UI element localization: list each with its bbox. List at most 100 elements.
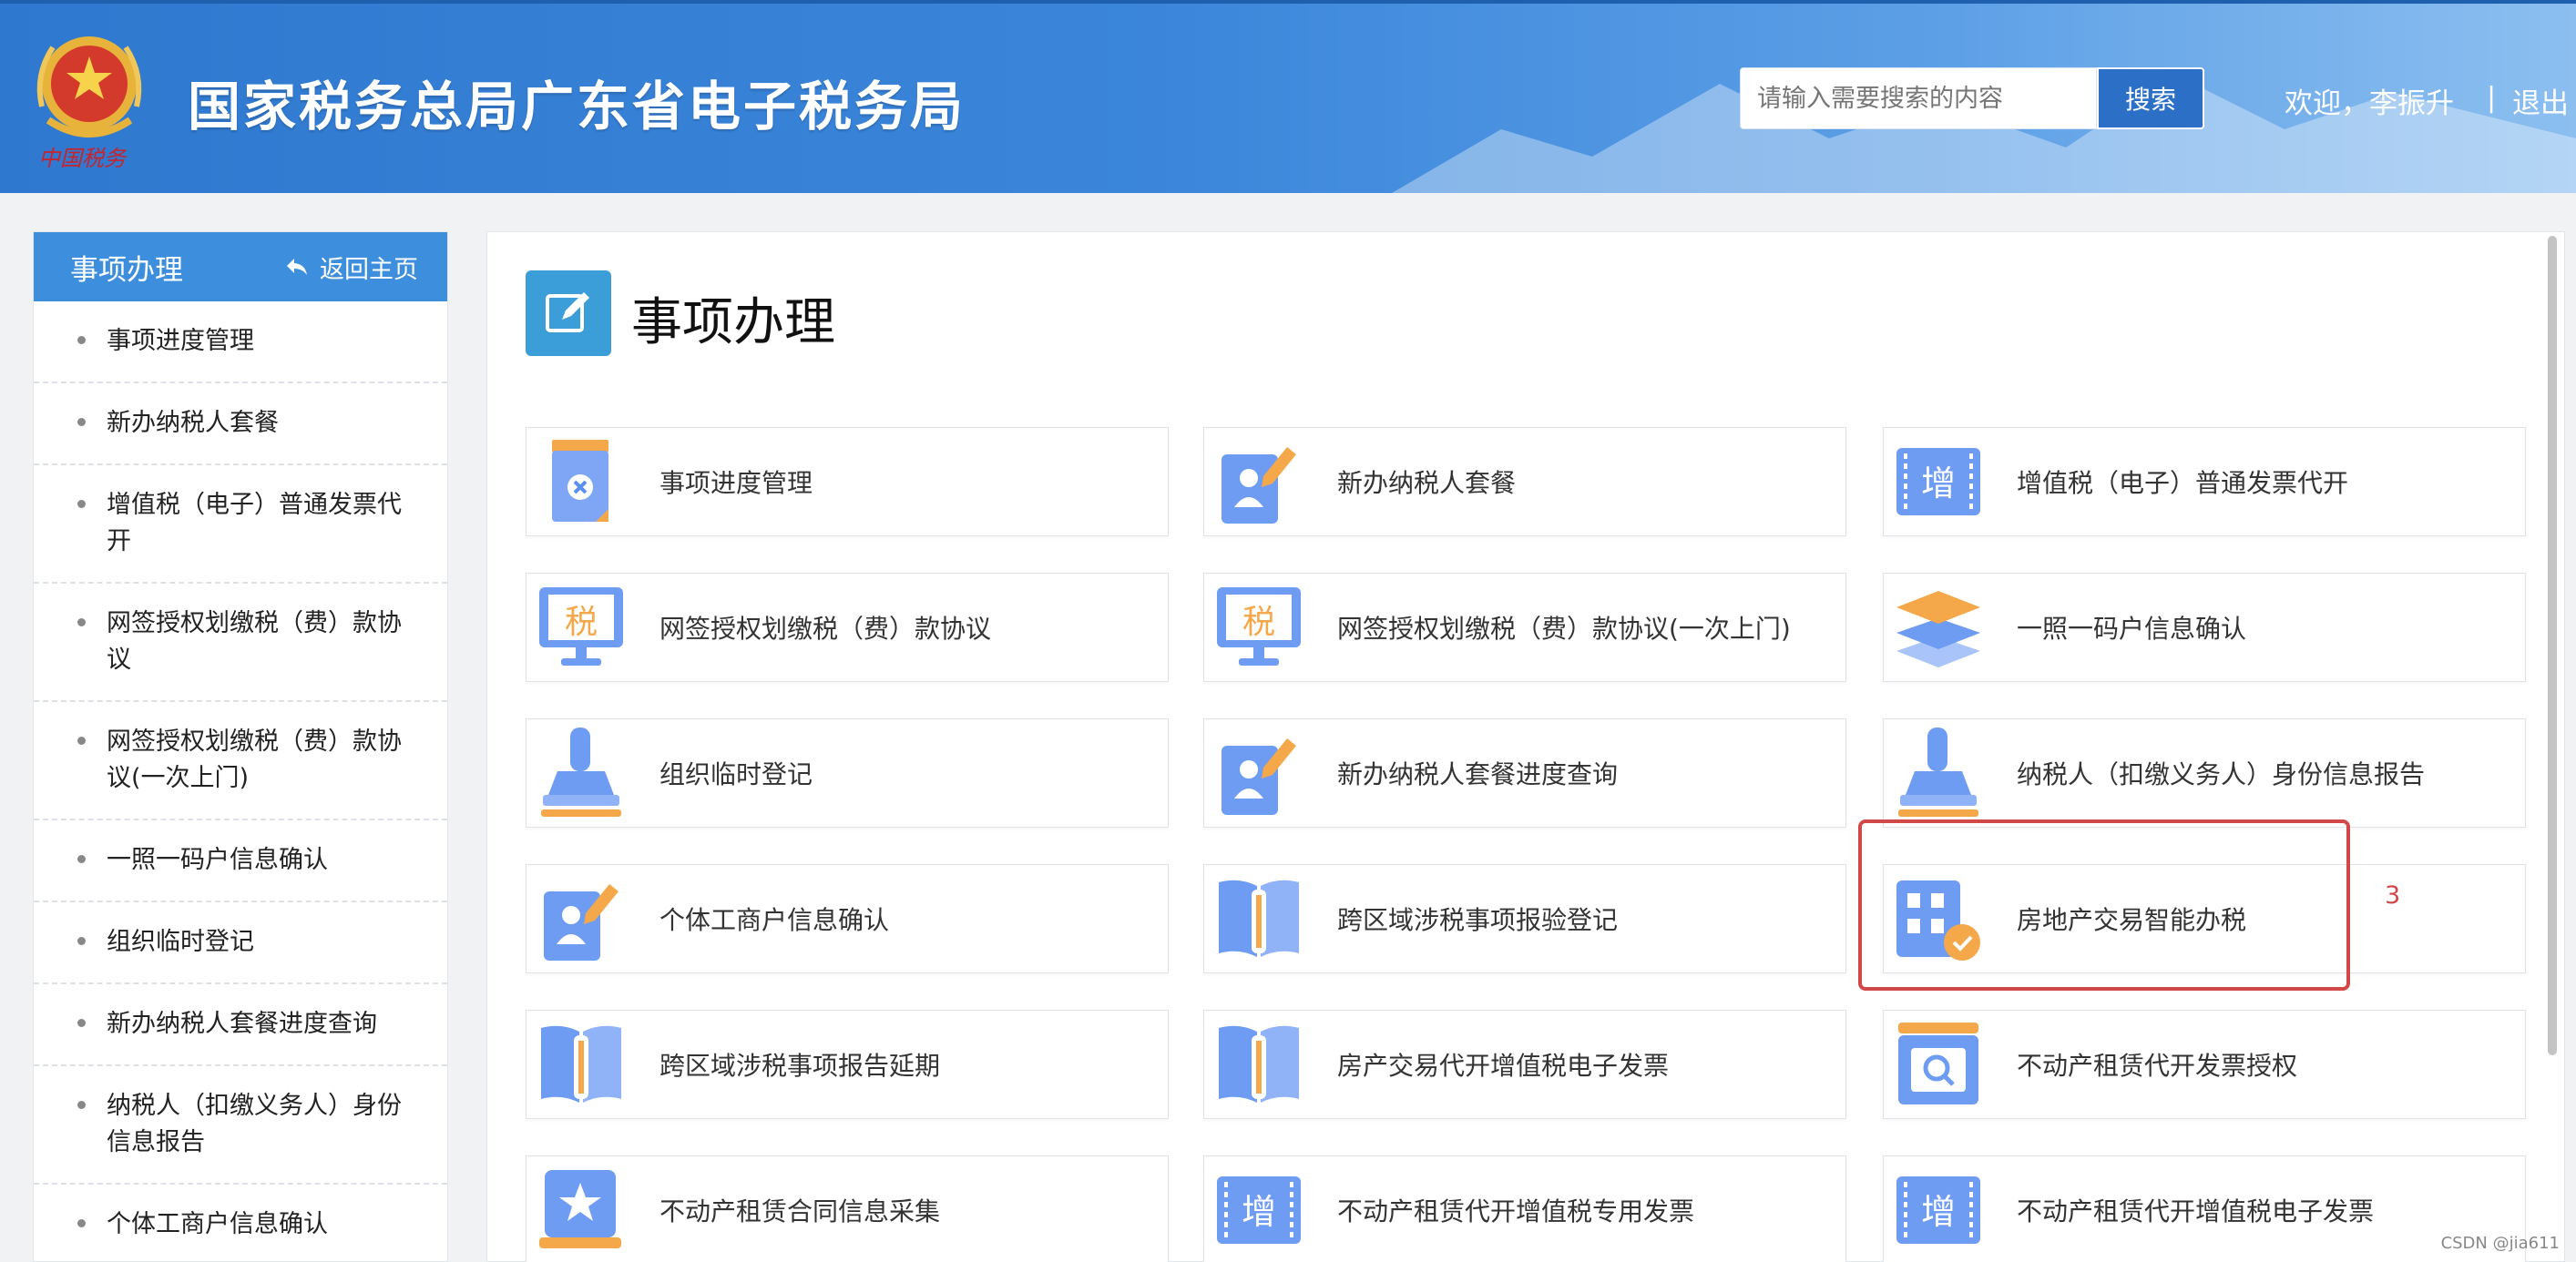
sidebar: 事项办理 返回主页 事项进度管理 新办纳税人套餐增值税（电子）普通发票代开 网签授权…	[33, 231, 448, 1262]
service-card-label: 个体工商户信息确认	[659, 905, 890, 935]
svg-text:增: 增	[1921, 1192, 1956, 1232]
vat-ticket-icon: 增	[1889, 1156, 1988, 1262]
star-book-icon	[532, 1156, 630, 1262]
service-card-label: 不动产租赁代开发票授权	[2017, 1051, 2298, 1081]
service-card[interactable]: 跨区域涉税事项报验登记	[1203, 864, 1846, 973]
search-window-icon	[1889, 1011, 1988, 1118]
service-card-label: 网签授权划缴税（费）款协议(一次上门)	[1337, 614, 1791, 644]
sidebar-item[interactable]: 新办纳税人套餐	[34, 383, 447, 465]
sidebar-item-label: 一照一码户信息确认	[107, 846, 328, 874]
book-icon	[532, 1011, 630, 1118]
service-card[interactable]: 增 增值税（电子）普通发票代开	[1883, 427, 2526, 536]
sidebar-item[interactable]: 新办纳税人套餐进度查询	[34, 984, 447, 1066]
edit-icon	[526, 270, 611, 356]
service-card[interactable]: 个体工商户信息确认	[526, 864, 1169, 973]
service-card[interactable]: 房地产交易智能办税	[1883, 864, 2526, 973]
service-card[interactable]: 事项进度管理	[526, 427, 1169, 536]
user-edit-icon	[1210, 719, 1308, 827]
sidebar-item[interactable]: 网签授权划缴税（费）款协议	[34, 584, 447, 702]
vat-ticket-icon: 增	[1889, 428, 1988, 535]
service-card-label: 网签授权划缴税（费）款协议	[659, 614, 992, 644]
service-card[interactable]: 纳税人（扣缴义务人）身份信息报告	[1883, 718, 2526, 828]
sidebar-header: 事项办理 返回主页	[34, 232, 447, 301]
service-card[interactable]: 房产交易代开增值税电子发票	[1203, 1010, 1846, 1119]
service-card-label: 不动产租赁代开增值税专用发票	[1337, 1196, 1695, 1226]
sidebar-list: 事项进度管理 新办纳税人套餐增值税（电子）普通发票代开 网签授权划缴税（费）款协议网…	[34, 301, 447, 1262]
back-home-link[interactable]: 返回主页	[285, 249, 418, 285]
service-card[interactable]: 增 不动产租赁代开增值税专用发票	[1203, 1155, 1846, 1262]
sidebar-item-label: 新办纳税人套餐	[107, 409, 279, 437]
stamp-icon	[532, 719, 630, 827]
service-card-label: 组织临时登记	[659, 759, 813, 789]
site-title: 国家税务总局广东省电子税务局	[188, 76, 966, 137]
user-edit-icon	[532, 865, 630, 972]
watermark: CSDN @jia611	[2440, 1234, 2560, 1253]
sidebar-item[interactable]: 一照一码户信息确认	[34, 820, 447, 902]
header-top-line	[0, 0, 2576, 4]
service-card-label: 事项进度管理	[659, 468, 813, 498]
book-icon	[1210, 1011, 1308, 1118]
reply-arrow-icon	[287, 259, 307, 275]
service-card[interactable]: 新办纳税人套餐	[1203, 427, 1846, 536]
service-card[interactable]: 税 网签授权划缴税（费）款协议(一次上门)	[1203, 573, 1846, 682]
tax-emblem-logo: 中国税务	[26, 20, 153, 175]
sidebar-item-label: 增值税（电子）普通发票代开	[107, 491, 402, 555]
sidebar-item-label: 新办纳税人套餐进度查询	[107, 1010, 377, 1038]
header-banner: 中国税务 国家税务总局广东省电子税务局 搜索 欢迎，李振升 | 退出	[0, 0, 2576, 193]
main-panel: 事项办理 事项进度管理 新办纳税人套餐增增值税（电子）普通发票代开税网签授权划缴税…	[486, 231, 2565, 1262]
tax-monitor-icon: 税	[532, 574, 630, 681]
logout-link[interactable]: 退出	[2512, 80, 2569, 121]
sidebar-item-label: 网签授权划缴税（费）款协议(一次上门)	[107, 728, 402, 792]
service-card[interactable]: 组织临时登记	[526, 718, 1169, 828]
service-card[interactable]: 不动产租赁合同信息采集	[526, 1155, 1169, 1262]
sidebar-item[interactable]: 事项进度管理	[34, 301, 447, 383]
sidebar-item[interactable]: 纳税人（扣缴义务人）身份信息报告	[34, 1066, 447, 1185]
sidebar-item-label: 纳税人（扣缴义务人）身份信息报告	[107, 1092, 402, 1156]
emblem-caption: 中国税务	[38, 146, 126, 171]
service-card-label: 一照一码户信息确认	[2017, 614, 2247, 644]
layers-icon	[1889, 574, 1988, 681]
svg-text:增: 增	[1242, 1192, 1276, 1232]
sidebar-item-label: 网签授权划缴税（费）款协议	[107, 609, 402, 674]
service-card[interactable]: 新办纳税人套餐进度查询	[1203, 718, 1846, 828]
service-card-label: 房产交易代开增值税电子发票	[1337, 1051, 1670, 1081]
svg-text:税: 税	[1242, 604, 1275, 641]
search-button[interactable]: 搜索	[2097, 67, 2204, 129]
service-card[interactable]: 一照一码户信息确认	[1883, 573, 2526, 682]
welcome-user: 欢迎，李振升	[2285, 87, 2454, 120]
sidebar-item-label: 个体工商户信息确认	[107, 1210, 328, 1238]
highlight-number: 3	[2385, 881, 2401, 910]
svg-text:增: 增	[1921, 463, 1956, 504]
building-check-icon	[1889, 865, 1988, 972]
sidebar-item-label: 事项进度管理	[107, 327, 254, 355]
stamp-icon	[1889, 719, 1988, 827]
sidebar-item[interactable]: 个体工商户信息确认	[34, 1185, 447, 1262]
tax-monitor-icon: 税	[1210, 574, 1308, 681]
scrollbar[interactable]	[2548, 236, 2557, 1055]
sidebar-title: 事项办理	[70, 253, 183, 287]
page-title: 事项办理	[631, 293, 835, 352]
service-card[interactable]: 跨区域涉税事项报告延期	[526, 1010, 1169, 1119]
service-card-label: 跨区域涉税事项报告延期	[659, 1051, 941, 1081]
service-card-label: 增值税（电子）普通发票代开	[2017, 468, 2349, 498]
sidebar-item[interactable]: 增值税（电子）普通发票代开	[34, 465, 447, 584]
service-card-label: 房地产交易智能办税	[2017, 905, 2247, 935]
service-card-label: 跨区域涉税事项报验登记	[1337, 905, 1619, 935]
document-cancel-icon	[532, 428, 630, 535]
service-card-label: 新办纳税人套餐进度查询	[1337, 759, 1619, 789]
user-edit-icon	[1210, 428, 1308, 535]
service-card-label: 不动产租赁代开增值税电子发票	[2017, 1196, 2375, 1226]
service-card[interactable]: 增 不动产租赁代开增值税电子发票	[1883, 1155, 2526, 1262]
service-card-label: 不动产租赁合同信息采集	[659, 1196, 941, 1226]
vat-ticket-icon: 增	[1210, 1156, 1308, 1262]
sidebar-item[interactable]: 组织临时登记	[34, 902, 447, 984]
service-card[interactable]: 税 网签授权划缴税（费）款协议	[526, 573, 1169, 682]
book-icon	[1210, 865, 1308, 972]
svg-text:税: 税	[565, 604, 598, 641]
back-home-label: 返回主页	[320, 255, 418, 284]
sidebar-item-label: 组织临时登记	[107, 928, 254, 956]
sidebar-item[interactable]: 网签授权划缴税（费）款协议(一次上门)	[34, 702, 447, 820]
search-input[interactable]	[1740, 67, 2097, 129]
service-card-label: 纳税人（扣缴义务人）身份信息报告	[2017, 759, 2426, 789]
service-card[interactable]: 不动产租赁代开发票授权	[1883, 1010, 2526, 1119]
